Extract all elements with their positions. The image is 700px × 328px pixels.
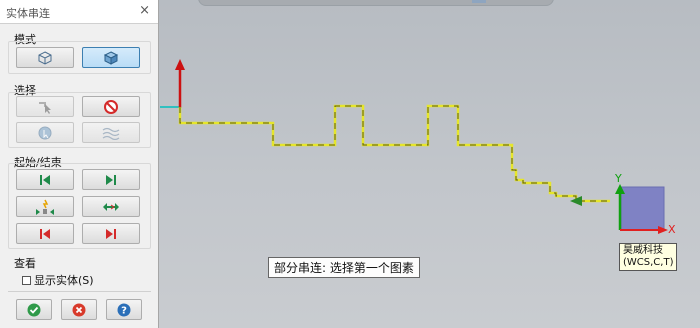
wcs-label-line2: (WCS,C,T) [623,257,674,268]
wcs-label: 昊威科技 (WCS,C,T) [619,243,678,271]
wcs-plane [620,186,665,231]
wcs-x-label: X [668,223,676,236]
wcs-label-line1: 昊威科技 [623,245,663,256]
graphics-viewport[interactable]: Y X [0,0,700,328]
origin-y-arrow [175,59,185,70]
wcs-y-label: Y [614,172,622,185]
status-prompt: 部分串连: 选择第一个图素 [268,257,420,278]
chain-dash-overlay [179,105,610,202]
chain-profile[interactable] [178,104,610,203]
